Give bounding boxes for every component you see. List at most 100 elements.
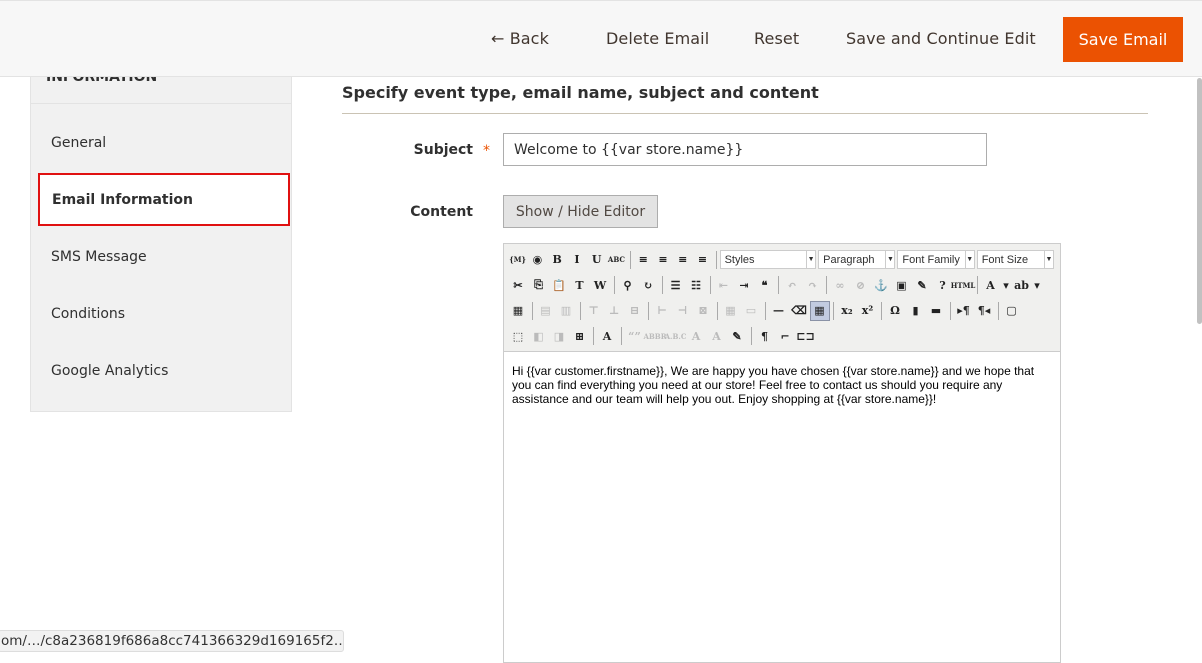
- image-icon[interactable]: ▣: [892, 275, 912, 295]
- magento-variable-icon[interactable]: ◉: [528, 250, 547, 270]
- toolbar-row: ⬚ ◧ ◨ ⊞ A “” ABBR A.B.C A A ✎ ¶ ⌐ ⊏⊐: [508, 324, 1056, 350]
- page-scrollbar[interactable]: [1197, 78, 1202, 324]
- save-email-button[interactable]: Save Email: [1063, 17, 1183, 62]
- bullet-list-icon[interactable]: ☰: [666, 275, 686, 295]
- align-left-icon[interactable]: ≡: [634, 250, 653, 270]
- numbered-list-icon[interactable]: ☷: [686, 275, 706, 295]
- absolute-icon[interactable]: ⊞: [570, 326, 590, 346]
- show-hide-editor-button[interactable]: Show / Hide Editor: [503, 195, 658, 228]
- toolbar-separator: [620, 327, 622, 346]
- underline-icon[interactable]: U: [587, 250, 606, 270]
- align-right-icon[interactable]: ≡: [673, 250, 692, 270]
- back-button[interactable]: ← Back: [491, 29, 549, 48]
- editor-content[interactable]: Hi {{var customer.firstname}}, We are ha…: [504, 352, 1060, 418]
- attribs-icon[interactable]: ✎: [727, 326, 747, 346]
- cite-icon[interactable]: “”: [625, 326, 645, 346]
- split-cells-icon[interactable]: ▦: [721, 301, 741, 321]
- indent-icon[interactable]: ⇥: [734, 275, 754, 295]
- align-center-icon[interactable]: ≡: [653, 250, 672, 270]
- delete-col-icon[interactable]: ⊠: [693, 301, 713, 321]
- insert-col-after-icon[interactable]: ⊣: [673, 301, 693, 321]
- strikethrough-icon[interactable]: ABC: [607, 250, 626, 270]
- insert-layer-icon[interactable]: ⬚: [508, 326, 528, 346]
- italic-icon[interactable]: I: [567, 250, 586, 270]
- paste-text-icon[interactable]: T: [570, 275, 590, 295]
- cut-icon[interactable]: ✂: [508, 275, 528, 295]
- subject-label: Subject: [413, 142, 473, 158]
- dropdown-icon[interactable]: ▾: [1032, 275, 1042, 295]
- magento-widget-icon[interactable]: {M}: [508, 250, 527, 270]
- paste-icon[interactable]: 📋: [549, 275, 569, 295]
- paragraph-select[interactable]: Paragraph ▼: [818, 250, 896, 270]
- sidebar-item-conditions[interactable]: Conditions: [31, 285, 291, 342]
- anchor-icon[interactable]: ⚓: [871, 275, 891, 295]
- acronym-icon[interactable]: A.B.C: [665, 326, 687, 346]
- replace-icon[interactable]: ↻: [638, 275, 658, 295]
- bold-icon[interactable]: B: [548, 250, 567, 270]
- horizontal-rule-icon[interactable]: —: [769, 301, 789, 321]
- sidebar-item-sms-message[interactable]: SMS Message: [31, 228, 291, 285]
- delete-email-button[interactable]: Delete Email: [606, 29, 709, 48]
- html-icon[interactable]: HTML: [951, 275, 976, 295]
- reset-button[interactable]: Reset: [754, 29, 799, 48]
- chevron-down-icon: ▼: [1043, 251, 1053, 269]
- fullscreen-icon[interactable]: ▢: [1002, 301, 1022, 321]
- select-value: Styles: [724, 253, 755, 266]
- media-icon[interactable]: ▮: [906, 301, 926, 321]
- font-family-select[interactable]: Font Family ▼: [897, 250, 975, 270]
- highlight-color-icon[interactable]: ab: [1012, 275, 1032, 295]
- save-and-continue-button[interactable]: Save and Continue Edit: [846, 29, 1036, 48]
- show-blocks-icon[interactable]: ¶: [755, 326, 775, 346]
- subject-input[interactable]: [503, 133, 987, 166]
- help-icon[interactable]: ?: [933, 275, 953, 295]
- styles-select[interactable]: Styles ▼: [719, 250, 817, 270]
- ins-icon[interactable]: A: [707, 326, 727, 346]
- edit-table-icon[interactable]: ▦: [508, 301, 528, 321]
- dropdown-icon[interactable]: ▾: [1001, 275, 1011, 295]
- link-icon[interactable]: ∞: [830, 275, 850, 295]
- insert-row-before-icon[interactable]: ⊤: [584, 301, 604, 321]
- outdent-icon[interactable]: ⇤: [714, 275, 734, 295]
- unlink-icon[interactable]: ⊘: [851, 275, 871, 295]
- undo-icon[interactable]: ↶: [782, 275, 802, 295]
- blockquote-icon[interactable]: ❝: [755, 275, 775, 295]
- merge-cells-icon[interactable]: ▭: [741, 301, 761, 321]
- paste-word-icon[interactable]: W: [590, 275, 610, 295]
- divider: [31, 103, 291, 104]
- sidebar-item-google-analytics[interactable]: Google Analytics: [31, 342, 291, 399]
- special-char-icon[interactable]: Ω: [885, 301, 905, 321]
- text-color-icon[interactable]: A: [981, 275, 1001, 295]
- find-icon[interactable]: ⚲: [618, 275, 638, 295]
- move-forward-icon[interactable]: ◧: [529, 326, 549, 346]
- abbr-icon[interactable]: ABBR: [643, 326, 666, 346]
- toolbar-separator: [648, 301, 649, 320]
- font-size-select[interactable]: Font Size ▼: [976, 250, 1054, 270]
- cell-props-icon[interactable]: ▥: [556, 301, 576, 321]
- superscript-icon[interactable]: x²: [858, 301, 878, 321]
- insert-col-before-icon[interactable]: ⊢: [652, 301, 672, 321]
- cleanup-icon[interactable]: ✎: [912, 275, 932, 295]
- copy-icon[interactable]: ⎘: [529, 275, 549, 295]
- toolbar-separator: [881, 301, 882, 320]
- toolbar-row: ▦ ▤ ▥ ⊤ ⊥ ⊟ ⊢ ⊣ ⊠ ▦ ▭ — ⌫ ▦ x₂ x² Ω ▮ ▬ ▸¶ ¶◂ ▢: [508, 298, 1056, 324]
- align-justify-icon[interactable]: ≡: [693, 250, 712, 270]
- advanced-hr-icon[interactable]: ▬: [926, 301, 946, 321]
- move-backward-icon[interactable]: ◨: [549, 326, 569, 346]
- del-icon[interactable]: A: [686, 326, 706, 346]
- sidebar-item-email-information[interactable]: Email Information: [38, 173, 290, 226]
- subscript-icon[interactable]: x₂: [837, 301, 857, 321]
- nonbreaking-icon[interactable]: ⌐: [775, 326, 795, 346]
- row-props-icon[interactable]: ▤: [536, 301, 556, 321]
- redo-icon[interactable]: ↷: [803, 275, 823, 295]
- pagebreak-icon[interactable]: ⊏⊐: [796, 326, 816, 346]
- sidebar-item-general[interactable]: General: [31, 114, 291, 171]
- wysiwyg-editor: {M} ◉ B I U ABC ≡ ≡ ≡ ≡ Styles ▼ Paragraph ▼ Font Fami…: [503, 243, 1061, 663]
- rtl-icon[interactable]: ¶◂: [974, 301, 994, 321]
- remove-format-icon[interactable]: ⌫: [789, 301, 809, 321]
- insert-row-after-icon[interactable]: ⊥: [604, 301, 624, 321]
- styleprops-icon[interactable]: A: [597, 326, 617, 346]
- delete-row-icon[interactable]: ⊟: [625, 301, 645, 321]
- ltr-icon[interactable]: ▸¶: [954, 301, 974, 321]
- visual-aid-icon[interactable]: ▦: [809, 300, 830, 321]
- chevron-down-icon: ▼: [885, 251, 894, 269]
